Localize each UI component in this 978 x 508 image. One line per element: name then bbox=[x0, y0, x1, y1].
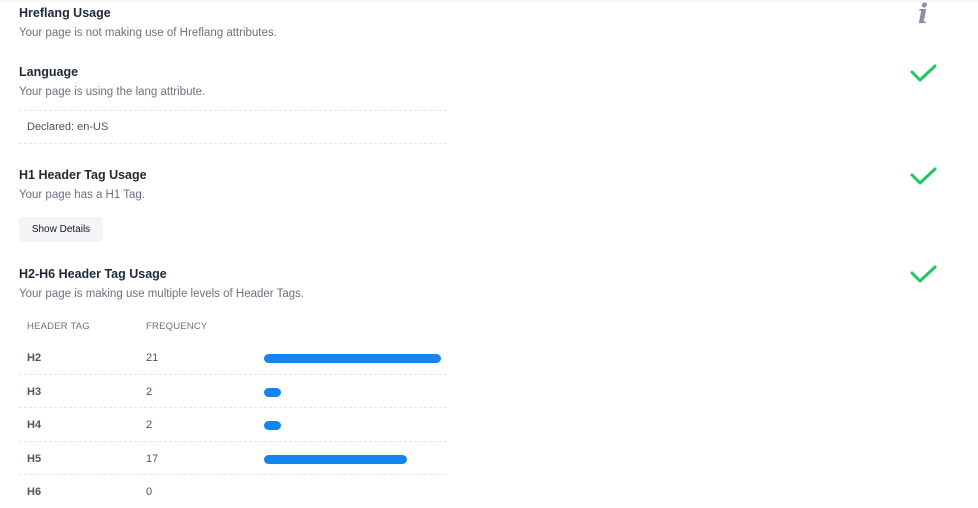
hreflang-description: Your page is not making use of Hreflang … bbox=[19, 27, 277, 39]
language-section: Language Your page is using the lang att… bbox=[19, 64, 449, 100]
h2-h6-description: Your page is making use multiple levels … bbox=[19, 288, 305, 300]
table-header-row: HEADER TAG FREQUENCY bbox=[19, 313, 447, 341]
h2-h6-title: H2-H6 Header Tag Usage bbox=[19, 267, 167, 281]
table-row: H4 2 bbox=[19, 408, 447, 442]
tag-cell: H4 bbox=[27, 419, 42, 431]
show-details-button[interactable]: Show Details bbox=[19, 217, 103, 242]
table-row: H6 0 bbox=[19, 475, 447, 508]
hreflang-title: Hreflang Usage bbox=[19, 6, 111, 20]
column-header-frequency: FREQUENCY bbox=[146, 321, 208, 332]
check-icon bbox=[910, 167, 937, 185]
table-row: H5 17 bbox=[19, 442, 447, 475]
frequency-cell: 21 bbox=[146, 352, 159, 364]
tag-cell: H3 bbox=[27, 385, 42, 398]
h1-description: Your page has a H1 Tag. bbox=[19, 189, 145, 201]
h1-section: H1 Header Tag Usage Your page has a H1 T… bbox=[19, 167, 449, 203]
frequency-cell: 0 bbox=[146, 486, 153, 498]
tag-cell: H6 bbox=[27, 486, 42, 498]
frequency-bar bbox=[264, 454, 407, 464]
language-title: Language bbox=[19, 65, 79, 79]
seo-report-panel: Hreflang Usage Your page is not making u… bbox=[0, 0, 978, 508]
declared-language: Declared: en-US bbox=[19, 110, 447, 144]
frequency-bar bbox=[264, 387, 281, 397]
hreflang-section: Hreflang Usage Your page is not making u… bbox=[19, 5, 449, 41]
info-icon: i bbox=[917, 0, 929, 30]
tag-cell: H2 bbox=[27, 352, 42, 364]
frequency-cell: 2 bbox=[146, 419, 153, 431]
tag-cell: H5 bbox=[27, 452, 42, 465]
top-edge-shadow bbox=[0, 0, 978, 4]
h1-title: H1 Header Tag Usage bbox=[19, 168, 147, 182]
column-header-tag: HEADER TAG bbox=[27, 321, 90, 332]
table-row: H3 2 bbox=[19, 375, 447, 408]
header-tag-table: HEADER TAG FREQUENCY H2 21 H3 2 H4 2 H5 … bbox=[19, 313, 447, 508]
h2-h6-section: H2-H6 Header Tag Usage Your page is maki… bbox=[19, 266, 449, 302]
frequency-cell: 17 bbox=[146, 452, 159, 465]
check-icon bbox=[910, 265, 937, 283]
language-description: Your page is using the lang attribute. bbox=[19, 86, 206, 98]
check-icon bbox=[910, 64, 937, 82]
frequency-cell: 2 bbox=[146, 385, 153, 398]
table-row: H2 21 bbox=[19, 341, 447, 375]
frequency-bar bbox=[264, 421, 281, 430]
frequency-bar bbox=[264, 354, 441, 363]
